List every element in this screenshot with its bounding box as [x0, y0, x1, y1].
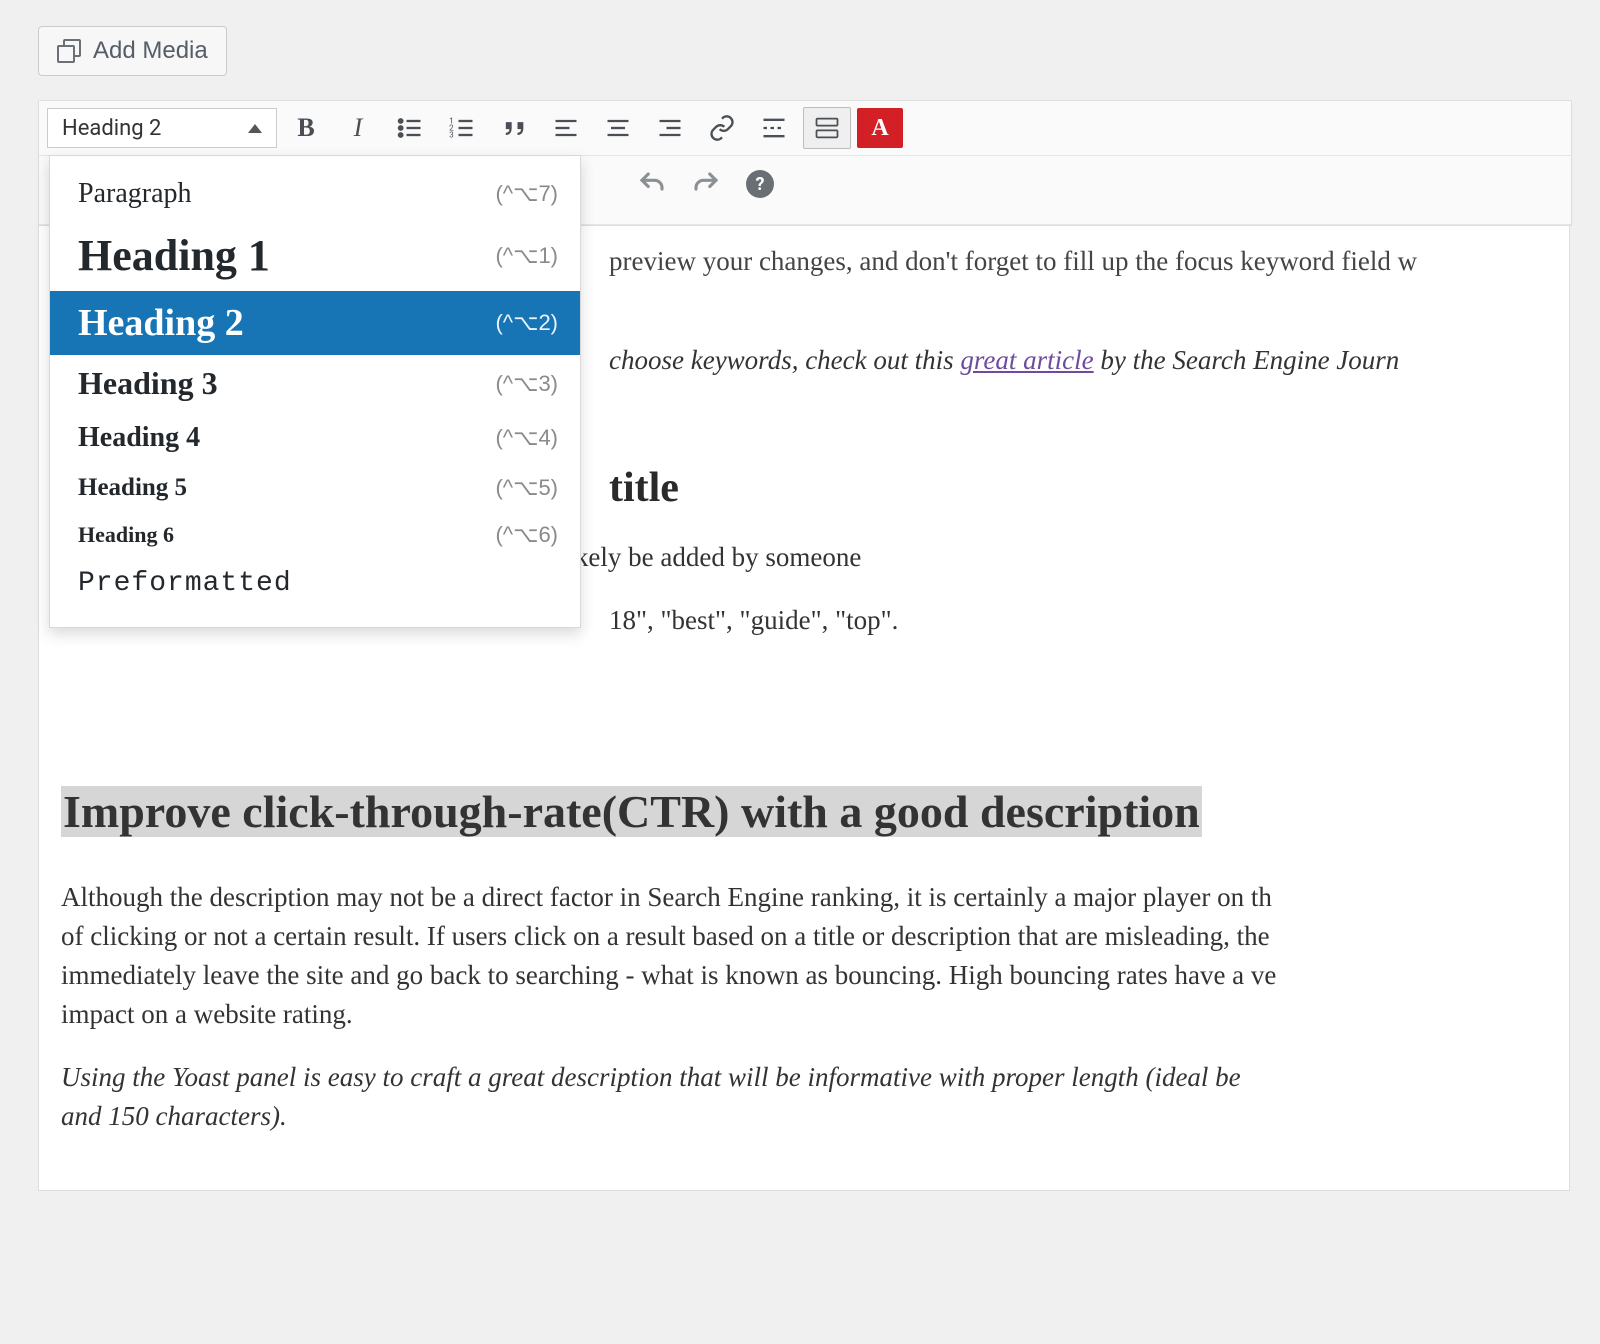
format-option-preformatted[interactable]: Preformatted: [50, 558, 580, 609]
editor-paragraph: immediately leave the site and go back t…: [61, 956, 1547, 995]
format-option-heading-2[interactable]: Heading 2 (^⌥2): [50, 291, 580, 355]
format-dropdown: Paragraph (^⌥7) Heading 1 (^⌥1) Heading …: [49, 155, 581, 628]
svg-text:3: 3: [449, 129, 454, 139]
bullet-list-button[interactable]: [387, 108, 433, 148]
format-option-label: Heading 5: [78, 474, 187, 502]
media-icon: [57, 39, 83, 63]
editor-heading-fragment: title: [609, 464, 1547, 512]
editor-text-fragment: choose keywords, check out this great ar…: [609, 341, 1547, 380]
align-left-button[interactable]: [543, 108, 589, 148]
format-option-label: Heading 2: [78, 301, 244, 345]
editor-paragraph: Although the description may not be a di…: [61, 878, 1547, 917]
text-color-button[interactable]: A: [857, 108, 903, 148]
inline-link[interactable]: great article: [960, 345, 1093, 375]
editor-text-fragment: 18", "best", "guide", "top".: [609, 601, 1547, 640]
format-option-shortcut: (^⌥2): [495, 310, 558, 336]
format-option-shortcut: (^⌥6): [495, 522, 558, 548]
format-option-label: Heading 6: [78, 522, 174, 548]
align-center-button[interactable]: [595, 108, 641, 148]
format-option-label: Preformatted: [78, 568, 292, 599]
format-option-label: Heading 1: [78, 230, 270, 281]
format-option-shortcut: (^⌥3): [495, 371, 558, 397]
format-option-heading-4[interactable]: Heading 4 (^⌥4): [50, 412, 580, 464]
format-selector[interactable]: Heading 2: [47, 108, 277, 148]
caret-up-icon: [248, 124, 262, 133]
format-option-shortcut: (^⌥4): [495, 425, 558, 451]
editor-paragraph-italic: and 150 characters).: [61, 1097, 1547, 1136]
bold-button[interactable]: B: [283, 108, 329, 148]
format-selector-value: Heading 2: [62, 116, 161, 141]
format-option-label: Heading 3: [78, 365, 218, 402]
format-option-label: Paragraph: [78, 178, 192, 210]
add-media-button[interactable]: Add Media: [38, 26, 227, 76]
format-option-heading-5[interactable]: Heading 5 (^⌥5): [50, 464, 580, 512]
help-button[interactable]: ?: [737, 164, 783, 204]
help-icon: ?: [746, 170, 774, 198]
format-option-heading-1[interactable]: Heading 1 (^⌥1): [50, 220, 580, 291]
editor-paragraph-italic: Using the Yoast panel is easy to craft a…: [61, 1058, 1547, 1097]
format-option-shortcut: (^⌥1): [495, 243, 558, 269]
selected-heading-2: Improve click-through-rate(CTR) with a g…: [61, 786, 1202, 837]
editor-toolbar: Heading 2 B I 1 2 3: [38, 100, 1572, 226]
blockquote-button[interactable]: [491, 108, 537, 148]
align-right-button[interactable]: [647, 108, 693, 148]
editor-text-fragment: preview your changes, and don't forget t…: [609, 242, 1547, 281]
link-button[interactable]: [699, 108, 745, 148]
undo-button[interactable]: [629, 164, 675, 204]
redo-button[interactable]: [683, 164, 729, 204]
read-more-button[interactable]: [751, 108, 797, 148]
format-option-heading-6[interactable]: Heading 6 (^⌥6): [50, 512, 580, 558]
toolbar-toggle-button[interactable]: [803, 107, 851, 149]
add-media-label: Add Media: [93, 37, 208, 65]
format-option-heading-3[interactable]: Heading 3 (^⌥3): [50, 355, 580, 412]
italic-button[interactable]: I: [335, 108, 381, 148]
format-option-shortcut: (^⌥5): [495, 475, 558, 501]
editor-paragraph: impact on a website rating.: [61, 995, 1547, 1034]
numbered-list-button[interactable]: 1 2 3: [439, 108, 485, 148]
editor-paragraph: of clicking or not a certain result. If …: [61, 917, 1547, 956]
toolbar-row-1: Heading 2 B I 1 2 3: [39, 101, 1571, 156]
format-option-shortcut: (^⌥7): [495, 181, 558, 207]
format-option-label: Heading 4: [78, 422, 200, 454]
format-option-paragraph[interactable]: Paragraph (^⌥7): [50, 168, 580, 220]
